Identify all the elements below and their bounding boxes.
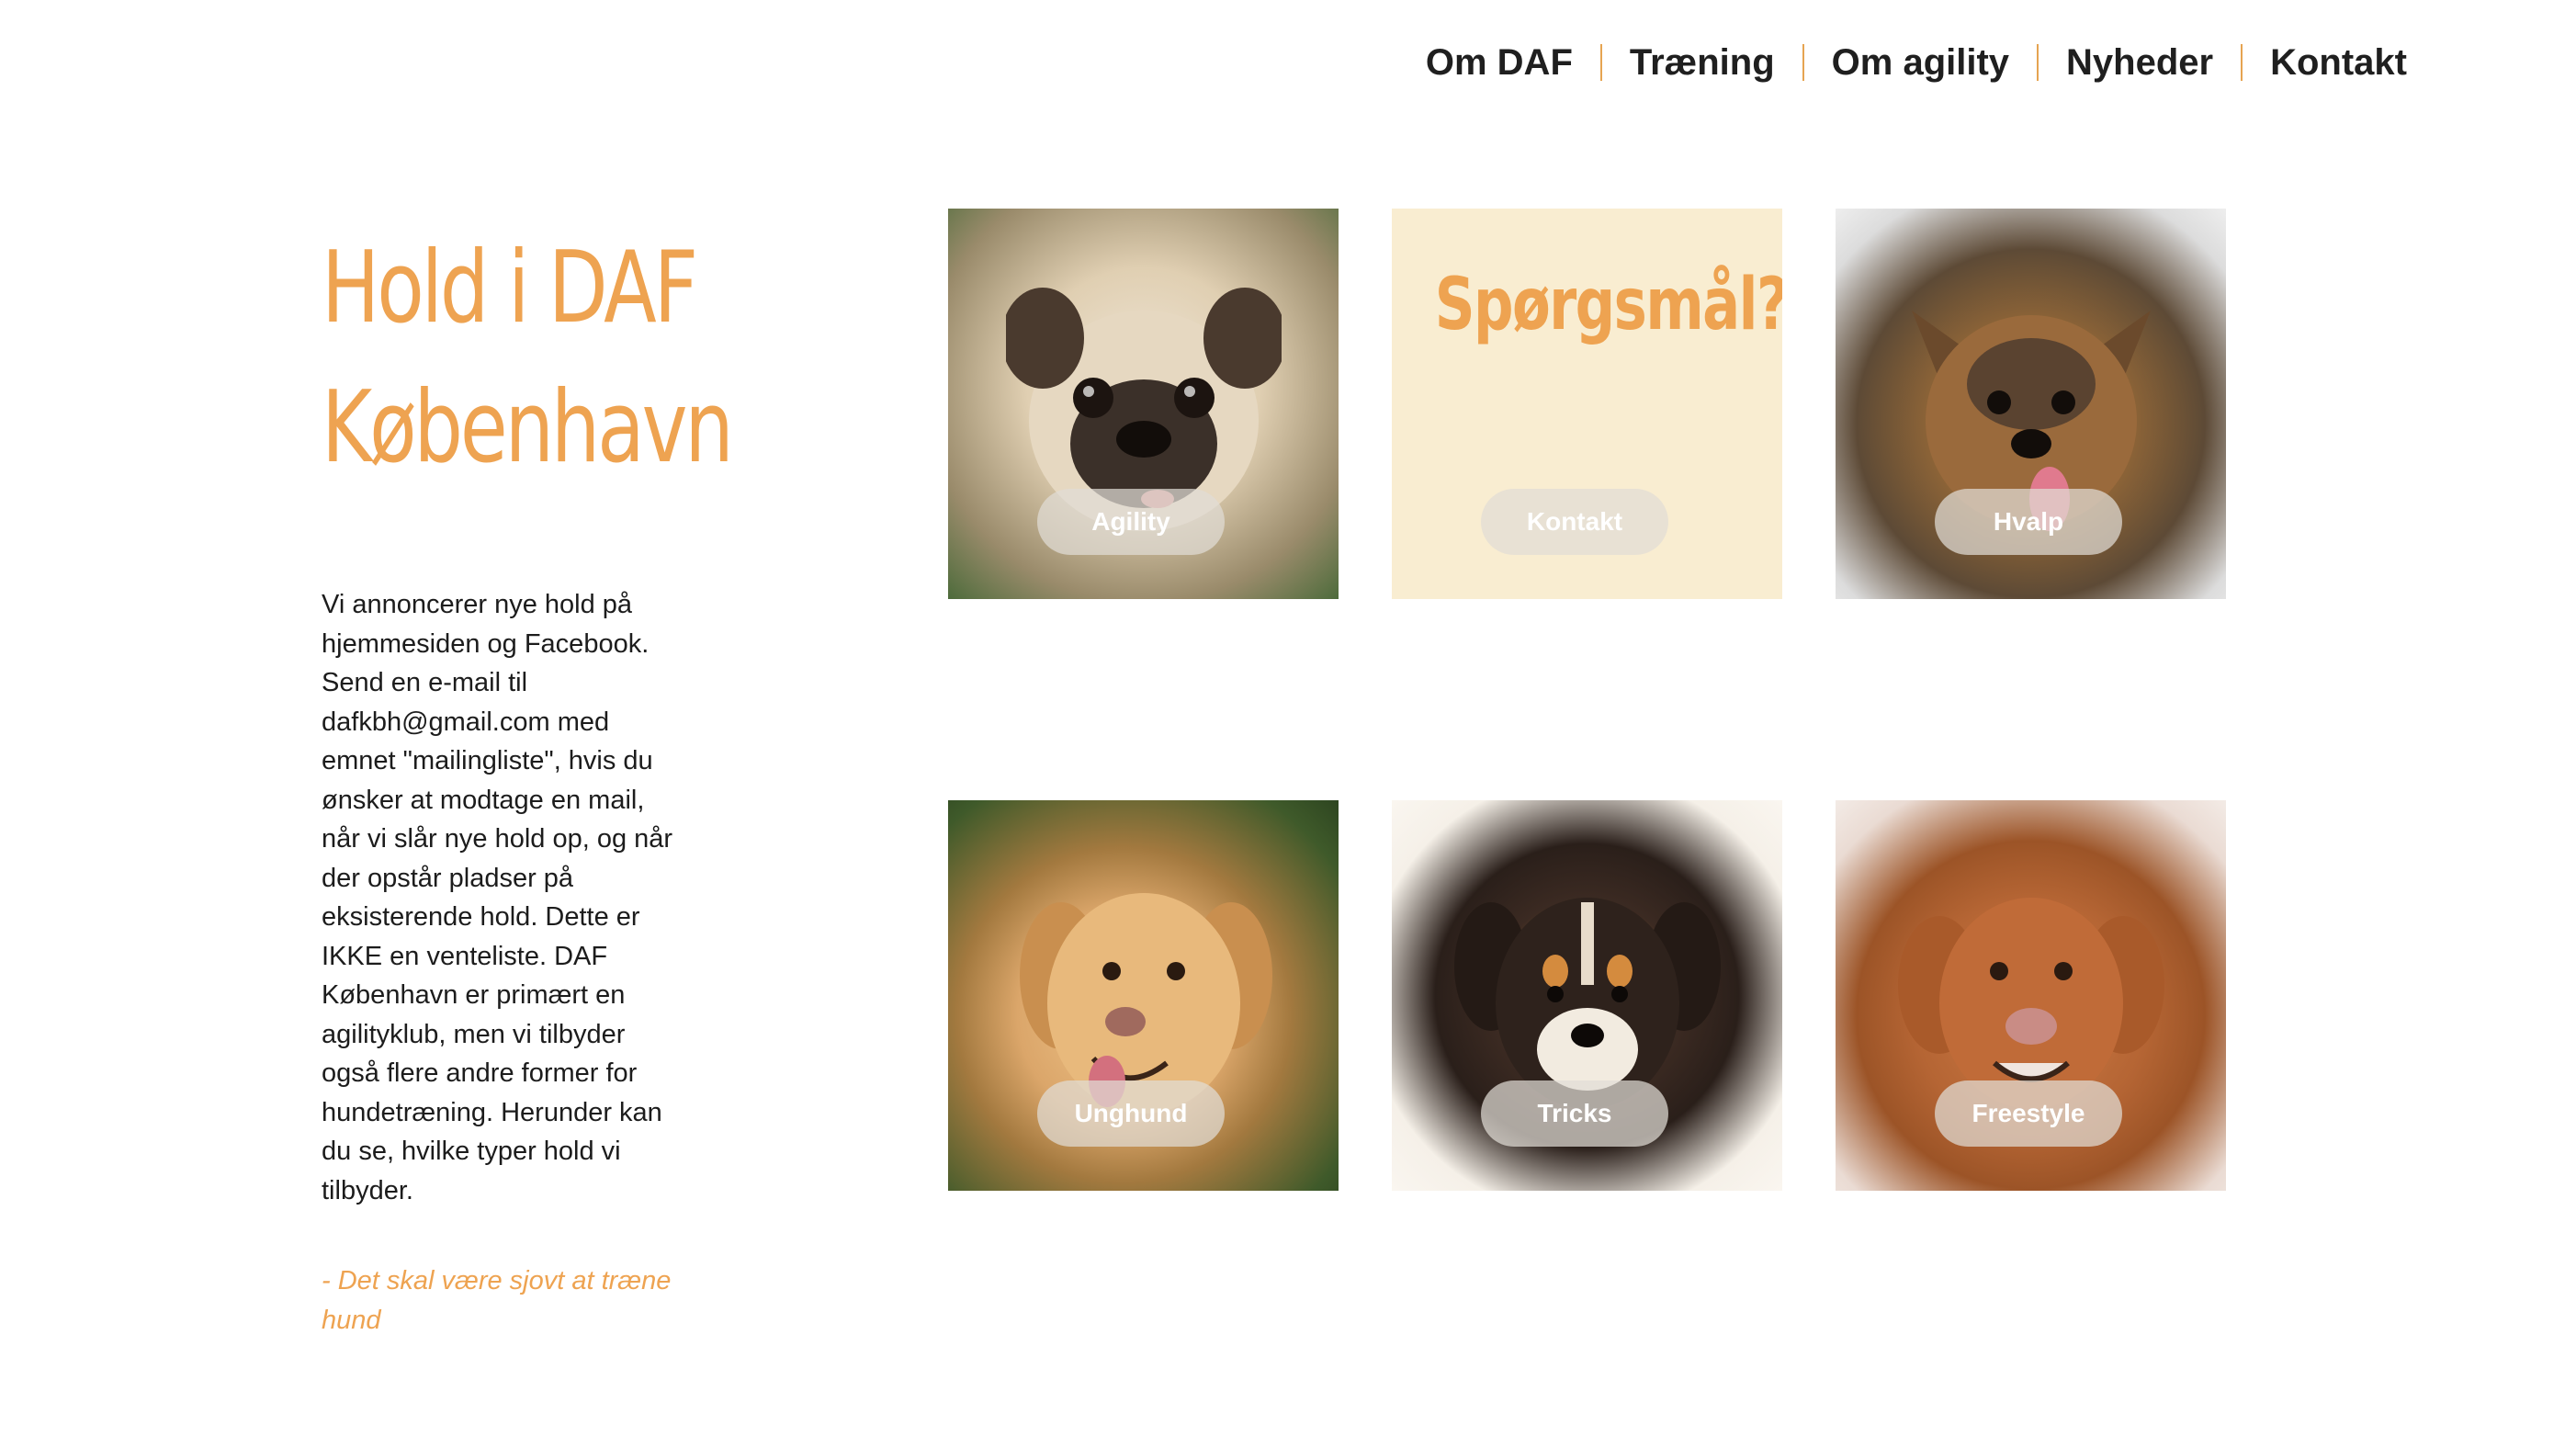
nav-item-traening[interactable]: Træning (1602, 37, 1802, 88)
page: Om DAF Træning Om agility Nyheder Kontak… (0, 0, 2576, 1448)
tile-kontakt[interactable]: Spørgsmål? Kontakt (1392, 209, 1782, 599)
nav-item-om-agility[interactable]: Om agility (1804, 37, 2037, 88)
question-heading: Spørgsmål? (1434, 264, 1782, 346)
tile-tricks[interactable]: Tricks (1392, 800, 1782, 1191)
tile-freestyle[interactable]: Freestyle (1836, 800, 2226, 1191)
motto-text: - Det skal være sjovt at træne hund (322, 1266, 672, 1335)
freestyle-button[interactable]: Freestyle (1935, 1080, 2122, 1147)
tricks-button[interactable]: Tricks (1481, 1080, 1668, 1147)
page-title-line-2: København (322, 370, 734, 485)
nav-item-nyheder[interactable]: Nyheder (2039, 37, 2241, 88)
hvalp-button[interactable]: Hvalp (1935, 489, 2122, 555)
tile-agility[interactable]: Agility (948, 209, 1339, 599)
intro-text: Vi annoncerer nye hold på hjemmesiden og… (322, 590, 673, 1205)
nav-item-om-daf[interactable]: Om DAF (1398, 37, 1600, 88)
unghund-button[interactable]: Unghund (1037, 1080, 1225, 1147)
tile-unghund[interactable]: Unghund (948, 800, 1339, 1191)
tile-hvalp[interactable]: Hvalp (1836, 209, 2226, 599)
page-title-line-1: Hold i DAF (322, 231, 698, 345)
nav-item-kontakt[interactable]: Kontakt (2243, 37, 2407, 88)
kontakt-button[interactable]: Kontakt (1481, 489, 1668, 555)
main-navigation: Om DAF Træning Om agility Nyheder Kontak… (1398, 37, 2407, 88)
agility-button[interactable]: Agility (1037, 489, 1225, 555)
page-title: Hold i DAF København (322, 219, 734, 498)
